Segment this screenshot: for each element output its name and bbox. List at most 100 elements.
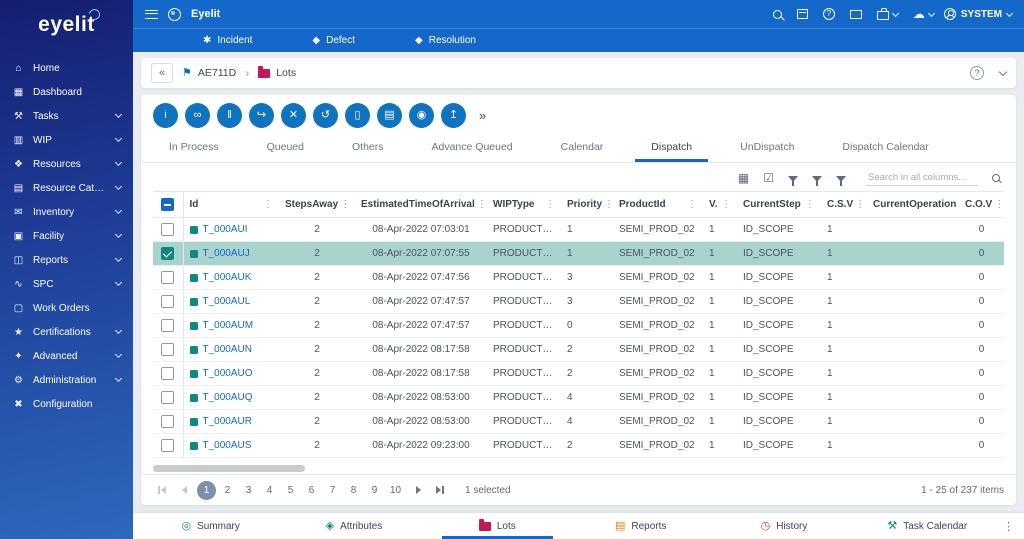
lot-id-link[interactable]: T_000AUR bbox=[203, 416, 252, 427]
calendar-icon[interactable] bbox=[796, 9, 808, 19]
column-menu-icon[interactable]: ⋮ bbox=[340, 199, 350, 210]
lot-id-link[interactable]: T_000AUQ bbox=[203, 392, 253, 403]
table-row[interactable]: T_000AUJ 2 08-Apr-2022 07:07:55 PRODUCTION 1… bbox=[153, 241, 1004, 266]
print-button[interactable]: ▤ bbox=[377, 103, 402, 128]
row-checkbox[interactable] bbox=[161, 415, 175, 428]
checkbox-selection-icon[interactable]: ☑ bbox=[763, 172, 774, 184]
chevron-down-icon[interactable] bbox=[998, 67, 1008, 76]
bottom-tab-task-calendar[interactable]: ⚒ Task Calendar bbox=[856, 513, 999, 539]
column-menu-icon[interactable]: ⋮ bbox=[687, 199, 697, 210]
help-icon[interactable]: ? bbox=[970, 66, 984, 80]
undo-button[interactable]: ↺ bbox=[313, 103, 338, 128]
cancel-button[interactable]: ✕ bbox=[281, 103, 306, 128]
toolbox-icon[interactable] bbox=[876, 8, 899, 20]
view-tab-dispatch[interactable]: Dispatch bbox=[627, 132, 716, 162]
next-page-button[interactable] bbox=[409, 481, 427, 499]
table-row[interactable]: T_000AUL 2 08-Apr-2022 07:47:57 PRODUCTION 3… bbox=[153, 289, 1004, 314]
column-header-estimatedtimeofarrival[interactable]: EstimatedTimeOfArrival ⋮ bbox=[355, 191, 487, 218]
view-tab-dispatch-calendar[interactable]: Dispatch Calendar bbox=[818, 132, 952, 162]
last-page-button[interactable] bbox=[431, 481, 449, 499]
view-tab-in-process[interactable]: In Process bbox=[145, 132, 243, 162]
sidebar-item-wip[interactable]: ▥ WIP bbox=[0, 128, 133, 152]
sidebar-item-dashboard[interactable]: ▦ Dashboard bbox=[0, 80, 133, 104]
search-icon[interactable] bbox=[772, 9, 782, 19]
column-menu-icon[interactable]: ⋮ bbox=[477, 199, 487, 210]
lot-id-link[interactable]: T_000AUL bbox=[203, 296, 251, 307]
lot-id-link[interactable]: T_000AUI bbox=[203, 224, 248, 235]
sidebar-item-resource-categories[interactable]: ▤ Resource Categories bbox=[0, 176, 133, 200]
module-tab-resolution[interactable]: ◆ Resolution bbox=[385, 29, 506, 52]
table-row[interactable]: T_000AUK 2 08-Apr-2022 07:47:56 PRODUCTION 3… bbox=[153, 265, 1004, 290]
row-checkbox[interactable] bbox=[161, 223, 175, 236]
row-checkbox[interactable] bbox=[161, 247, 175, 260]
column-menu-icon[interactable]: ⋮ bbox=[855, 199, 865, 210]
column-header-priority[interactable]: Priority⋮ bbox=[561, 191, 613, 218]
page-button-3[interactable]: 3 bbox=[239, 481, 258, 500]
help-icon[interactable]: ? bbox=[822, 8, 835, 20]
column-menu-icon[interactable]: ⋮ bbox=[994, 199, 1004, 210]
page-button-1[interactable]: 1 bbox=[197, 480, 216, 500]
column-header-id[interactable]: Id ⋮ bbox=[183, 191, 279, 218]
link-button[interactable]: ∞ bbox=[185, 103, 210, 128]
bottom-tab-history[interactable]: ◷ History bbox=[712, 513, 855, 539]
apps-icon[interactable] bbox=[849, 9, 862, 19]
page-button-7[interactable]: 7 bbox=[323, 481, 342, 500]
lot-id-link[interactable]: T_000AUN bbox=[203, 344, 252, 355]
table-row[interactable]: T_000AUS 2 08-Apr-2022 09:23:00 PRODUCTION 2… bbox=[153, 433, 1004, 458]
column-menu-icon[interactable]: ⋮ bbox=[545, 199, 555, 210]
column-header-currentoperation[interactable]: CurrentOperation⋮ bbox=[867, 191, 959, 218]
row-checkbox[interactable] bbox=[161, 343, 175, 356]
page-button-5[interactable]: 5 bbox=[281, 481, 300, 500]
row-checkbox[interactable] bbox=[161, 319, 175, 332]
column-menu-icon[interactable]: ⋮ bbox=[721, 199, 731, 210]
filter-clear-icon[interactable] bbox=[836, 176, 846, 186]
more-actions-button[interactable]: » bbox=[479, 108, 486, 123]
filter-icon[interactable] bbox=[788, 176, 798, 186]
delete-button[interactable]: ▯ bbox=[345, 103, 370, 128]
search-icon[interactable] bbox=[992, 174, 1000, 182]
hamburger-menu-icon[interactable] bbox=[145, 9, 158, 19]
page-button-2[interactable]: 2 bbox=[218, 481, 237, 500]
bottom-tab-summary[interactable]: ◎ Summary bbox=[139, 513, 282, 539]
details-button[interactable]: i bbox=[153, 103, 178, 128]
breadcrumb-leaf[interactable]: Lots bbox=[258, 65, 296, 79]
row-checkbox[interactable] bbox=[161, 295, 175, 308]
sidebar-item-work-orders[interactable]: ▢ Work Orders bbox=[0, 296, 133, 320]
column-header-productid[interactable]: ProductId ⋮ bbox=[613, 191, 703, 218]
sidebar-item-advanced[interactable]: ✦ Advanced bbox=[0, 344, 133, 368]
lot-id-link[interactable]: T_000AUJ bbox=[203, 248, 250, 259]
sidebar-item-inventory[interactable]: ✉ Inventory bbox=[0, 200, 133, 224]
page-button-10[interactable]: 10 bbox=[386, 481, 405, 500]
column-header-v-[interactable]: V. ⋮ bbox=[703, 191, 737, 218]
scrollbar-thumb[interactable] bbox=[153, 465, 305, 472]
module-tab-defect[interactable]: ◆ Defect bbox=[282, 29, 385, 52]
page-button-8[interactable]: 8 bbox=[344, 481, 363, 500]
hold-button[interactable]: ‖ bbox=[217, 103, 242, 128]
column-header-stepsaway[interactable]: StepsAway ⋮ bbox=[279, 191, 355, 218]
column-header-c-o-v[interactable]: C.O.V ⋮ bbox=[959, 191, 1004, 218]
column-menu-icon[interactable]: ⋮ bbox=[805, 199, 815, 210]
page-button-6[interactable]: 6 bbox=[302, 481, 321, 500]
table-row[interactable]: T_000AUR 2 08-Apr-2022 08:53:00 PRODUCTION 4… bbox=[153, 409, 1004, 434]
prev-page-button[interactable] bbox=[175, 481, 193, 499]
page-button-9[interactable]: 9 bbox=[365, 481, 384, 500]
column-header-currentstep[interactable]: CurrentStep ⋮ bbox=[737, 191, 821, 218]
table-row[interactable]: T_000AUN 2 08-Apr-2022 08:17:58 PRODUCTION 2… bbox=[153, 337, 1004, 362]
module-tab-incident[interactable]: ✱ Incident bbox=[173, 29, 282, 52]
lot-id-link[interactable]: T_000AUM bbox=[203, 320, 254, 331]
row-checkbox[interactable] bbox=[161, 439, 175, 452]
lot-id-link[interactable]: T_000AUO bbox=[203, 368, 253, 379]
export-button[interactable]: ↥ bbox=[441, 103, 466, 128]
column-menu-icon[interactable]: ⋮ bbox=[263, 199, 273, 210]
select-all-checkbox[interactable] bbox=[161, 198, 175, 211]
cloud-icon[interactable]: ☁ bbox=[913, 8, 935, 20]
sidebar-item-resources[interactable]: ❖ Resources bbox=[0, 152, 133, 176]
sidebar-item-spc[interactable]: ∿ SPC bbox=[0, 272, 133, 296]
table-row[interactable]: T_000AUI 2 08-Apr-2022 07:03:01 PRODUCTION 1… bbox=[153, 217, 1004, 242]
collapse-breadcrumb-button[interactable]: « bbox=[151, 63, 173, 83]
column-header-wiptype[interactable]: WIPType ⋮ bbox=[487, 191, 561, 218]
first-page-button[interactable] bbox=[153, 481, 171, 499]
table-row[interactable]: T_000AUO 2 08-Apr-2022 08:17:58 PRODUCTION 2… bbox=[153, 361, 1004, 386]
column-chooser-icon[interactable]: ▦ bbox=[738, 172, 749, 184]
sidebar-item-certifications[interactable]: ★ Certifications bbox=[0, 320, 133, 344]
